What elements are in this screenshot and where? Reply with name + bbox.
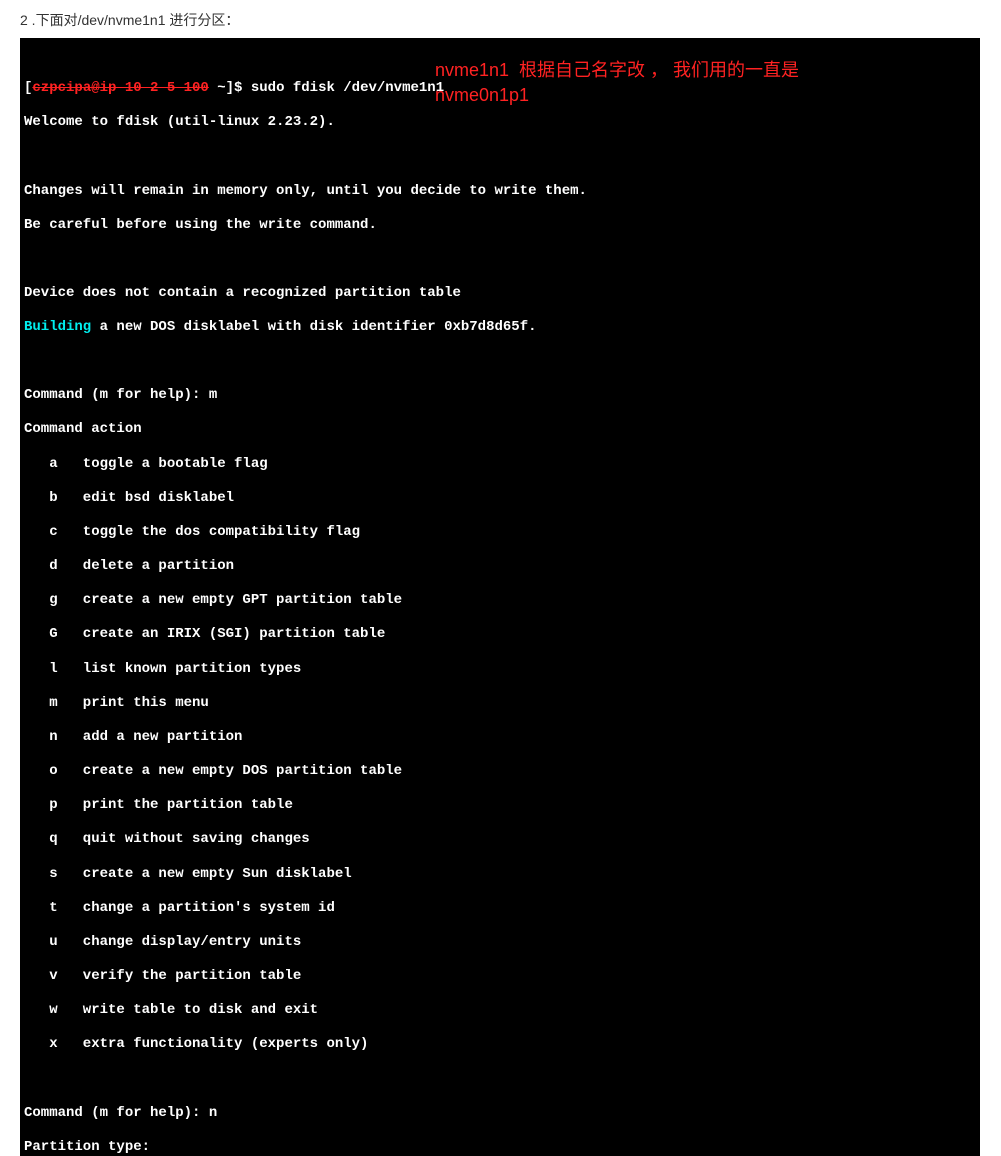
action-a: a toggle a bootable flag xyxy=(24,456,974,473)
building-rest: a new DOS disklabel with disk identifier… xyxy=(91,319,536,335)
blank-line xyxy=(24,1070,974,1087)
building-word: Building xyxy=(24,319,91,335)
welcome-line: Welcome to fdisk (util-linux 2.23.2). xyxy=(24,114,974,131)
partition-type-line: Partition type: xyxy=(24,1139,974,1156)
action-u: u change display/entry units xyxy=(24,934,974,951)
action-q: q quit without saving changes xyxy=(24,831,974,848)
action-p: p print the partition table xyxy=(24,797,974,814)
red-annotation: nvme1n1 根据自己名字改 ， 我们用的一直是 nvme0n1p1 xyxy=(435,58,799,108)
annotation-line1: nvme1n1 根据自己名字改 ， 我们用的一直是 xyxy=(435,60,799,80)
annotation-line2: nvme0n1p1 xyxy=(435,85,529,105)
action-d: d delete a partition xyxy=(24,558,974,575)
device-line: Device does not contain a recognized par… xyxy=(24,285,974,302)
action-G: G create an IRIX (SGI) partition table xyxy=(24,626,974,643)
action-x: x extra functionality (experts only) xyxy=(24,1036,974,1053)
blank-line xyxy=(24,353,974,370)
terminal-window: nvme1n1 根据自己名字改 ， 我们用的一直是 nvme0n1p1 [czp… xyxy=(20,38,980,1156)
caption-text: 2 .下面对/dev/nvme1n1 进行分区： xyxy=(20,10,981,30)
blank-line xyxy=(24,148,974,165)
action-n: n add a new partition xyxy=(24,729,974,746)
action-l: l list known partition types xyxy=(24,661,974,678)
action-t: t change a partition's system id xyxy=(24,900,974,917)
blank-line xyxy=(24,251,974,268)
careful-line: Be careful before using the write comman… xyxy=(24,217,974,234)
action-c: c toggle the dos compatibility flag xyxy=(24,524,974,541)
cmd-prompt-m: Command (m for help): m xyxy=(24,387,974,404)
changes-line: Changes will remain in memory only, unti… xyxy=(24,183,974,200)
action-w: w write table to disk and exit xyxy=(24,1002,974,1019)
action-b: b edit bsd disklabel xyxy=(24,490,974,507)
action-o: o create a new empty DOS partition table xyxy=(24,763,974,780)
prompt-suffix: ~]$ xyxy=(209,80,251,96)
command-text: sudo fdisk /dev/nvme1n1 xyxy=(251,80,444,96)
struck-user: czpcipa@ip 10 2 5 100 xyxy=(32,80,208,96)
cmd-action-header: Command action xyxy=(24,421,974,438)
building-line: Building a new DOS disklabel with disk i… xyxy=(24,319,974,336)
action-g: g create a new empty GPT partition table xyxy=(24,592,974,609)
cmd-prompt-n: Command (m for help): n xyxy=(24,1105,974,1122)
action-v: v verify the partition table xyxy=(24,968,974,985)
action-s: s create a new empty Sun disklabel xyxy=(24,866,974,883)
action-m: m print this menu xyxy=(24,695,974,712)
